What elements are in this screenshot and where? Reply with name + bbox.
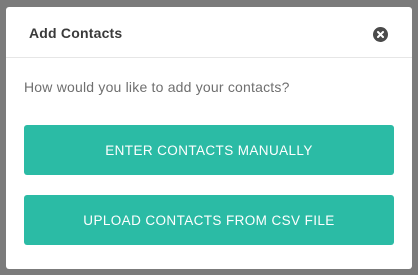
add-contacts-dialog: Add Contacts How would you like to add y… (6, 7, 412, 269)
dialog-prompt: How would you like to add your contacts? (24, 79, 290, 95)
dialog-title: Add Contacts (29, 25, 123, 41)
close-icon (377, 31, 384, 38)
dialog-header: Add Contacts (6, 7, 412, 58)
close-button[interactable] (373, 27, 388, 42)
enter-contacts-manually-button[interactable]: ENTER CONTACTS MANUALLY (24, 125, 394, 175)
upload-csv-button[interactable]: UPLOAD CONTACTS FROM CSV FILE (24, 195, 394, 245)
